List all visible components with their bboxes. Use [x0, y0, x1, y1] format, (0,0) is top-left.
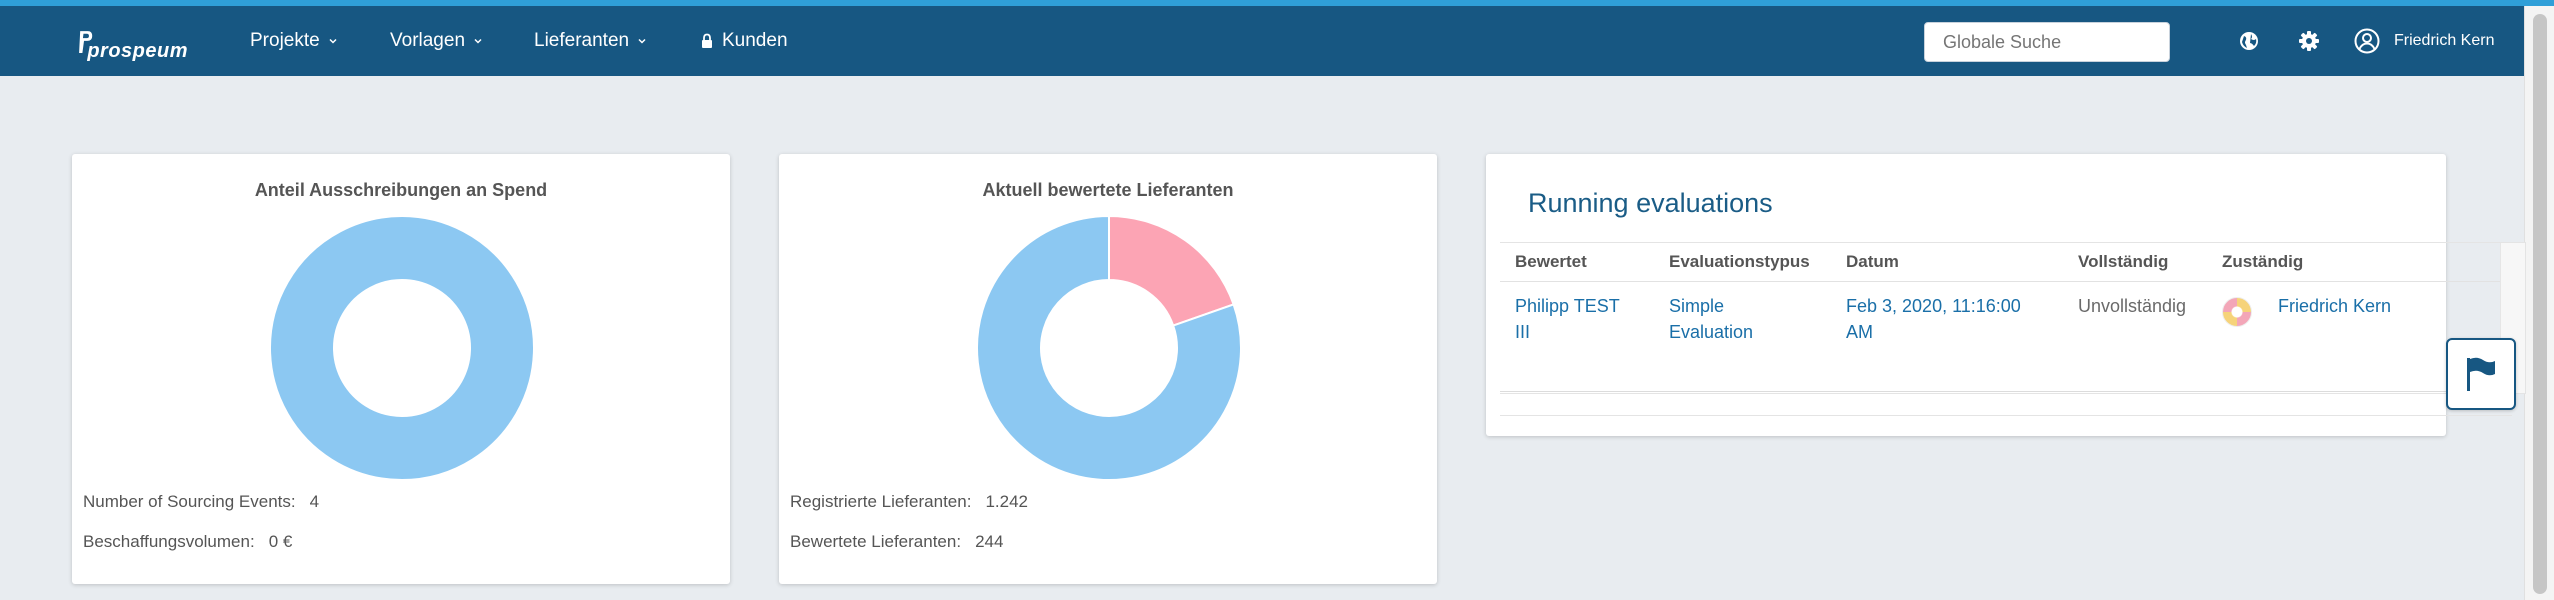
feedback-flag-button[interactable] [2446, 338, 2516, 410]
stat-row: Number of Sourcing Events: 4 [83, 492, 319, 512]
nav-lieferanten[interactable]: Lieferanten [534, 6, 647, 76]
evaluations-table: Bewertet Evaluationstypus Datum Vollstän… [1500, 242, 2526, 394]
nav-projekte[interactable]: Projekte [250, 6, 338, 76]
cell-rated[interactable]: Philipp TEST III [1515, 293, 1635, 345]
avatar [2222, 297, 2252, 327]
spend-card-title: Anteil Ausschreibungen an Spend [254, 180, 548, 200]
donut-slice-1[interactable] [270, 216, 534, 480]
flag-icon [2467, 357, 2495, 391]
running-evaluations-card: Running evaluations Bewertet Evaluations… [1486, 154, 2526, 436]
stat-value: 4 [309, 492, 320, 511]
nav-kunden[interactable]: Kunden [700, 6, 788, 76]
column-header[interactable]: Evaluationstypus [1669, 243, 1810, 281]
stat-value: 244 [975, 532, 1004, 551]
suppliers-card: Aktuell bewertete Lieferanten Registrier… [779, 154, 1437, 584]
user-avatar-icon [2354, 28, 2380, 54]
global-search-input[interactable] [1924, 22, 2170, 62]
stat-label: Registrierte Lieferanten: [790, 492, 972, 511]
column-header[interactable]: Zuständig [2222, 243, 2303, 281]
user-name: Friedrich Kern [2394, 32, 2495, 49]
top-navbar: prospeum Projekte Vorlagen Lieferanten K… [0, 6, 2524, 76]
nav-vorlagen[interactable]: Vorlagen [390, 6, 483, 76]
cell-evaluation-type[interactable]: Simple Evaluation [1669, 293, 1779, 345]
cell-date[interactable]: Feb 3, 2020, 11:16:00 AM [1846, 293, 2036, 345]
row-divider [1500, 391, 2500, 392]
nav-vorlagen-label: Vorlagen [390, 30, 466, 51]
evaluations-title: Running evaluations [1528, 188, 1773, 218]
nav-kunden-label: Kunden [722, 30, 788, 51]
brand-logo[interactable]: prospeum [78, 18, 188, 66]
stat-label: Number of Sourcing Events: [83, 492, 296, 511]
page-scrollbar[interactable] [2524, 6, 2554, 600]
table-horizontal-scrollbar[interactable] [1500, 402, 2512, 416]
gear-icon[interactable] [2298, 30, 2320, 52]
column-header[interactable]: Vollständig [2078, 243, 2168, 281]
spend-card: Anteil Ausschreibungen an Spend Number o… [72, 154, 730, 584]
lock-icon [702, 33, 712, 48]
scrollbar-thumb[interactable] [2533, 14, 2547, 594]
stat-value: 0 € [268, 532, 293, 551]
chevron-down-icon [329, 38, 337, 44]
cell-complete: Unvollständig [2078, 296, 2187, 316]
suppliers-donut-chart [977, 216, 1241, 480]
cell-responsible[interactable]: Friedrich Kern [2278, 293, 2391, 319]
chevron-down-icon [638, 38, 646, 44]
donut-slice-0[interactable] [1108, 216, 1235, 327]
stat-row: Bewertete Lieferanten: 244 [790, 532, 1003, 552]
stat-row: Beschaffungsvolumen: 0 € [83, 532, 292, 552]
header-divider [1500, 281, 2500, 282]
stat-label: Bewertete Lieferanten: [790, 532, 962, 551]
column-header[interactable]: Bewertet [1515, 243, 1587, 281]
column-header[interactable]: Datum [1846, 243, 1899, 281]
user-menu[interactable]: Friedrich Kern [2354, 6, 2494, 76]
stat-row: Registrierte Lieferanten: 1.242 [790, 492, 1028, 512]
suppliers-card-title: Aktuell bewertete Lieferanten [982, 180, 1234, 200]
stat-label: Beschaffungsvolumen: [83, 532, 255, 551]
chevron-down-icon [474, 38, 482, 44]
nav-projekte-label: Projekte [250, 30, 320, 51]
nav-lieferanten-label: Lieferanten [534, 30, 630, 51]
stat-value: 1.242 [985, 492, 1028, 511]
brand-name: prospeum [87, 39, 188, 62]
globe-icon[interactable] [2238, 30, 2260, 52]
spend-donut-chart [270, 216, 534, 480]
